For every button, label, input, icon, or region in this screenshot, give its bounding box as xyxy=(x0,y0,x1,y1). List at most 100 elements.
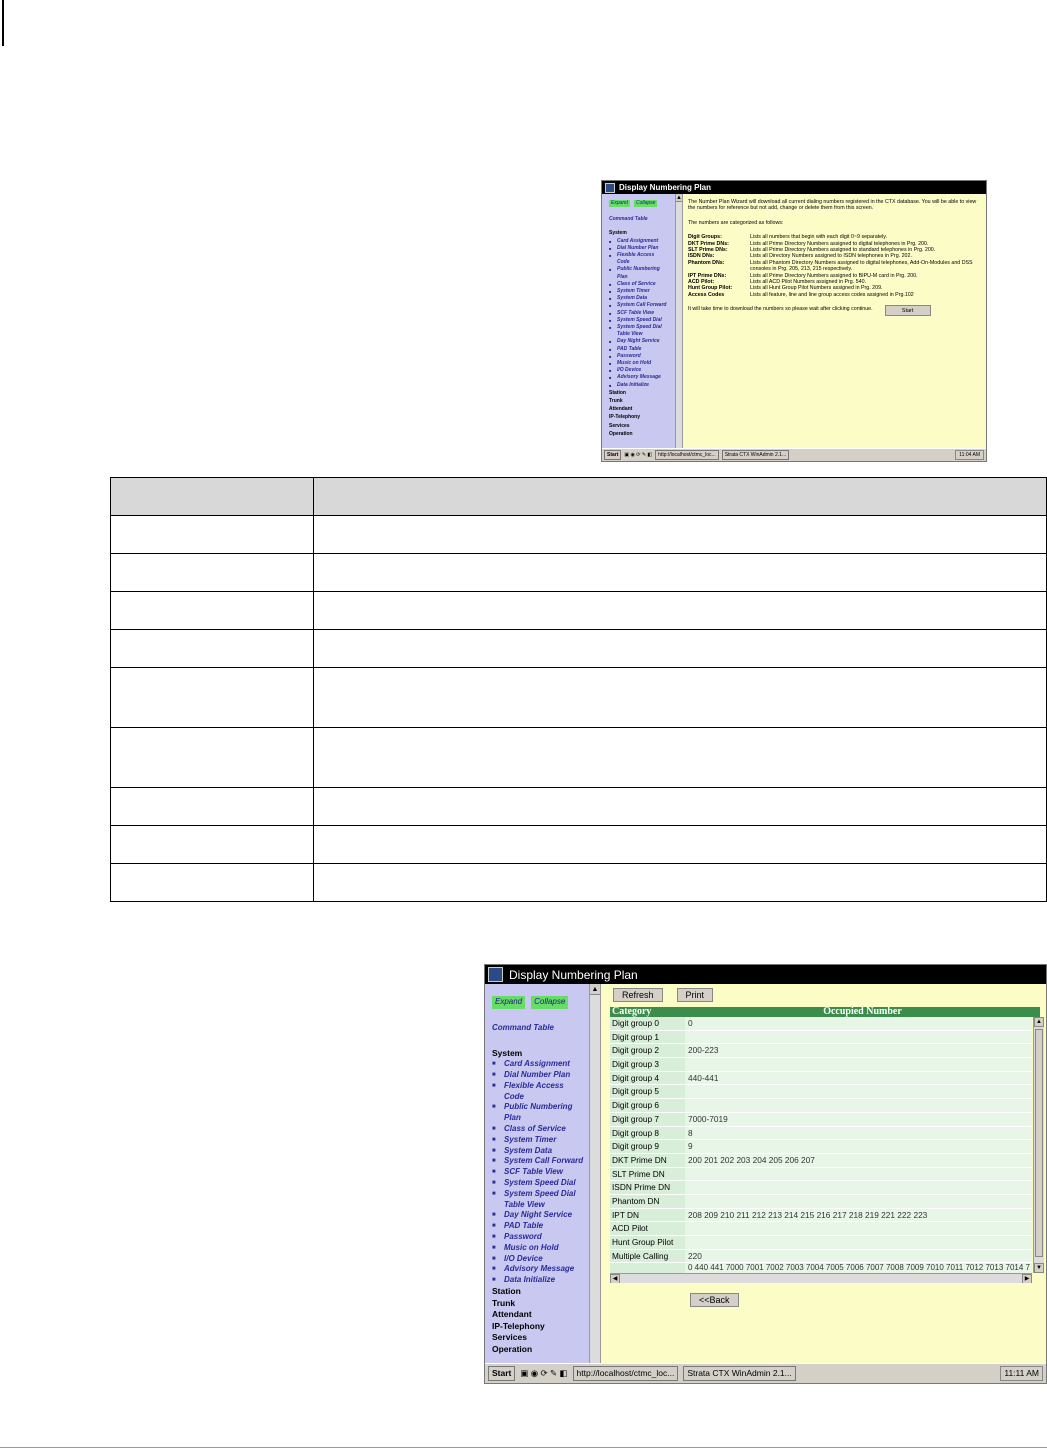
table-row xyxy=(110,553,1047,592)
nav-scrollbar[interactable]: ▲ xyxy=(589,984,601,1363)
nav-group-station[interactable]: Station xyxy=(609,390,675,397)
expand-link[interactable]: Expand xyxy=(492,996,526,1009)
category-cell: Digit group 3 xyxy=(610,1058,685,1071)
nav-item-class-of-service[interactable]: Class of Service xyxy=(492,1124,589,1135)
nav-item-system-speed-dial[interactable]: System Speed Dial xyxy=(609,317,675,324)
nav-item-system-data[interactable]: System Data xyxy=(492,1146,589,1157)
nav-item-password[interactable]: Password xyxy=(492,1232,589,1243)
command-table-link[interactable]: Command Table xyxy=(609,216,675,223)
nav-item-system-speed-dial-table[interactable]: System Speed Dial xyxy=(492,1189,589,1200)
category-cell: Multiple Calling xyxy=(610,1249,685,1263)
scroll-left-arrow-icon[interactable]: ◀ xyxy=(610,1274,620,1283)
back-button[interactable]: <<Back xyxy=(690,1293,739,1307)
scroll-down-arrow-icon[interactable]: ▼ xyxy=(1034,1263,1044,1273)
nav-item-system-call-forward[interactable]: System Call Forward xyxy=(492,1156,589,1167)
nav-item-data-initialize[interactable]: Data Initialize xyxy=(492,1275,589,1286)
nav-item-public-numbering-plan-cont[interactable]: Plan xyxy=(492,1113,589,1124)
nav-item-day-night-service[interactable]: Day Night Service xyxy=(609,338,675,345)
column-header-occupied-number: Occupied Number xyxy=(823,1006,902,1017)
collapse-link[interactable]: Collapse xyxy=(531,996,569,1009)
table-row xyxy=(110,591,1047,630)
nav-scrollbar[interactable]: ▲ xyxy=(675,194,683,448)
nav-group-trunk[interactable]: Trunk xyxy=(609,398,675,405)
scroll-up-arrow-icon[interactable]: ▲ xyxy=(1034,1017,1044,1027)
command-table-link[interactable]: Command Table xyxy=(492,1023,589,1034)
nav-item-flexible-access-code-cont[interactable]: Code xyxy=(609,259,675,266)
nav-group-trunk[interactable]: Trunk xyxy=(492,1298,589,1310)
scroll-right-arrow-icon[interactable]: ▶ xyxy=(1022,1274,1032,1283)
nav-item-system-speed-dial-table[interactable]: System Speed Dial xyxy=(609,324,675,331)
grid-vertical-scrollbar[interactable]: ▲ ▼ xyxy=(1033,1017,1044,1273)
nav-item-system-speed-dial[interactable]: System Speed Dial xyxy=(492,1178,589,1189)
scroll-up-arrow-icon[interactable]: ▲ xyxy=(676,194,682,202)
nav-group-ip-telephony[interactable]: IP-Telephony xyxy=(492,1321,589,1333)
quicklaunch-icons[interactable]: ▣ ◉ ⟳ ✎ ◧ xyxy=(624,452,652,458)
collapse-link[interactable]: Collapse xyxy=(633,200,658,208)
nav-item-pad-table[interactable]: PAD Table xyxy=(492,1221,589,1232)
nav-item-advisory-message[interactable]: Advisory Message xyxy=(609,374,675,381)
nav-item-dial-number-plan[interactable]: Dial Number Plan xyxy=(609,245,675,252)
nav-group-operation[interactable]: Operation xyxy=(609,431,675,438)
nav-item-flexible-access-code-cont[interactable]: Code xyxy=(492,1092,589,1103)
nav-item-public-numbering-plan[interactable]: Public Numbering xyxy=(609,266,675,273)
nav-item-data-initialize[interactable]: Data Initialize xyxy=(609,382,675,389)
occupied-number-cell: 8 xyxy=(685,1126,1032,1140)
scroll-up-arrow-icon[interactable]: ▲ xyxy=(590,984,600,995)
nav-item-dial-number-plan[interactable]: Dial Number Plan xyxy=(492,1070,589,1081)
start-button-taskbar[interactable]: Start xyxy=(488,1366,516,1381)
nav-item-system-data[interactable]: System Data xyxy=(609,295,675,302)
nav-item-flexible-access-code[interactable]: Flexible Access xyxy=(492,1081,589,1092)
start-button[interactable]: Start xyxy=(884,305,931,317)
nav-item-advisory-message[interactable]: Advisory Message xyxy=(492,1264,589,1275)
taskbar-task-winadmin[interactable]: Strata CTX WinAdmin 2.1... xyxy=(721,450,790,460)
nav-group-attendant[interactable]: Attendant xyxy=(609,406,675,413)
occupied-number-cell xyxy=(685,1085,1032,1099)
nav-group-station[interactable]: Station xyxy=(492,1286,589,1298)
scroll-thumb[interactable] xyxy=(1035,1029,1043,1257)
expand-link[interactable]: Expand xyxy=(609,200,630,208)
refresh-button[interactable]: Refresh xyxy=(613,988,663,1002)
occupied-number-cell xyxy=(685,1222,1032,1235)
nav-group-services[interactable]: Services xyxy=(609,423,675,430)
nav-item-day-night-service[interactable]: Day Night Service xyxy=(492,1210,589,1221)
nav-item-password[interactable]: Password xyxy=(609,353,675,360)
nav-item-scf-table-view[interactable]: SCF Table View xyxy=(609,310,675,317)
taskbar-task-winadmin[interactable]: Strata CTX WinAdmin 2.1... xyxy=(683,1366,796,1381)
nav-item-system-call-forward[interactable]: System Call Forward xyxy=(609,302,675,309)
nav-item-pad-table[interactable]: PAD Table xyxy=(609,346,675,353)
nav-item-scf-table-view[interactable]: SCF Table View xyxy=(492,1167,589,1178)
nav-item-music-on-hold[interactable]: Music on Hold xyxy=(609,360,675,367)
nav-group-attendant[interactable]: Attendant xyxy=(492,1309,589,1321)
taskbar-task-browser[interactable]: http://localhost/ctmc_loc... xyxy=(572,1366,679,1381)
occupied-number-cell xyxy=(685,1236,1032,1249)
nav-group-system[interactable]: System xyxy=(609,230,675,237)
nav-item-card-assignment[interactable]: Card Assignment xyxy=(492,1059,589,1070)
quicklaunch-icons[interactable]: ▣ ◉ ⟳ ✎ ◧ xyxy=(520,1368,567,1379)
nav-item-table-view-cont[interactable]: Table View xyxy=(609,331,675,338)
windows-taskbar: Start ▣ ◉ ⟳ ✎ ◧ http://localhost/ctmc_lo… xyxy=(602,448,986,461)
nav-item-public-numbering-plan[interactable]: Public Numbering xyxy=(492,1102,589,1113)
definition-term: Access Codes xyxy=(688,291,725,298)
nav-item-table-view-cont[interactable]: Table View xyxy=(492,1200,589,1211)
nav-group-operation[interactable]: Operation xyxy=(492,1344,589,1356)
nav-item-system-timer[interactable]: System Timer xyxy=(609,288,675,295)
start-button-taskbar[interactable]: Start xyxy=(604,450,622,460)
nav-item-system-timer[interactable]: System Timer xyxy=(492,1135,589,1146)
nav-panel: Expand Collapse Command Table System Car… xyxy=(485,984,589,1363)
nav-item-flexible-access-code[interactable]: Flexible Access xyxy=(609,252,675,259)
print-button[interactable]: Print xyxy=(676,988,714,1002)
nav-group-system[interactable]: System xyxy=(492,1048,589,1060)
taskbar-task-browser[interactable]: http://localhost/ctmc_loc... xyxy=(655,450,719,460)
category-cell: ISDN Prime DN xyxy=(610,1181,685,1194)
grid-horizontal-scrollbar[interactable]: ◀ ▶ xyxy=(610,1273,1032,1283)
definition-desc: Lists all Phantom Directory Numbers assi… xyxy=(750,259,973,273)
nav-group-services[interactable]: Services xyxy=(492,1332,589,1344)
nav-item-music-on-hold[interactable]: Music on Hold xyxy=(492,1243,589,1254)
nav-item-public-numbering-plan-cont[interactable]: Plan xyxy=(609,274,675,281)
nav-item-class-of-service[interactable]: Class of Service xyxy=(609,281,675,288)
wizard-panel: The Number Plan Wizard will download all… xyxy=(683,194,986,448)
nav-item-io-device[interactable]: I/O Device xyxy=(492,1254,589,1265)
nav-item-io-device[interactable]: I/O Device xyxy=(609,367,675,374)
nav-item-card-assignment[interactable]: Card Assignment xyxy=(609,238,675,245)
nav-group-ip-telephony[interactable]: IP-Telephony xyxy=(609,414,675,421)
